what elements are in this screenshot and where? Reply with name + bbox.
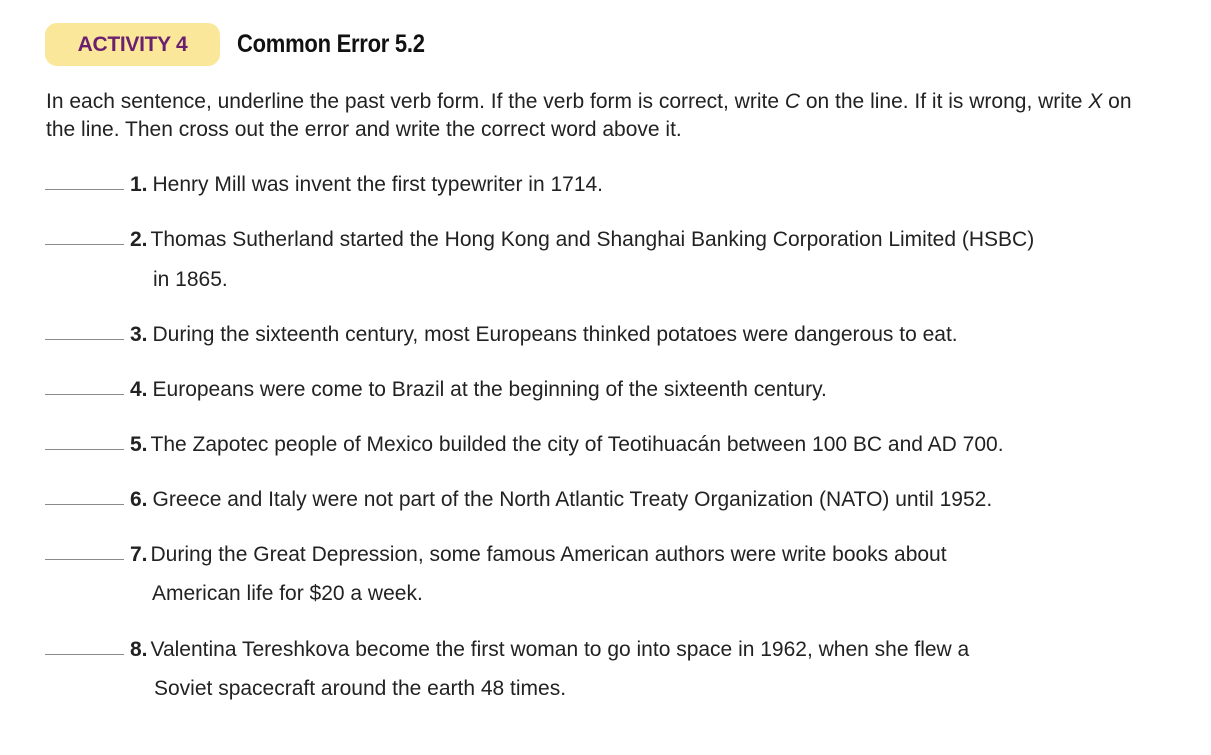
instructions-text-1: In each sentence, underline the past ver…	[46, 90, 785, 113]
answer-line-5[interactable]	[45, 449, 124, 450]
item-continuation-2: in 1865.	[153, 268, 228, 291]
item-text-3: 3. During the sixteenth century, most Eur…	[130, 322, 958, 347]
item-text-7: 7. During the Great Depression, some famo…	[130, 542, 947, 567]
answer-line-7[interactable]	[45, 559, 124, 560]
item-sentence-5: The Zapotec people of Mexico builded the…	[150, 433, 1004, 456]
instructions-letter-x: X	[1088, 90, 1103, 113]
answer-line-6[interactable]	[45, 504, 124, 505]
item-sentence-1: Henry Mill was invent the first typewrit…	[152, 173, 604, 196]
item-number-2: 2.	[130, 228, 148, 251]
item-sentence-6: Greece and Italy were not part of the No…	[152, 488, 993, 511]
item-text-4: 4. Europeans were come to Brazil at the b…	[130, 377, 827, 402]
item-text-2: 2. Thomas Sutherland started the Hong Kon…	[130, 227, 1034, 252]
answer-line-2[interactable]	[45, 244, 124, 245]
instructions-letter-c: C	[784, 90, 801, 113]
item-number-6: 6.	[130, 488, 148, 511]
item-sentence-3: During the sixteenth century, most Europ…	[152, 323, 958, 346]
item-sentence-4: Europeans were come to Brazil at the beg…	[152, 378, 827, 401]
item-text-1: 1. Henry Mill was invent the first typewr…	[130, 172, 603, 197]
item-number-5: 5.	[130, 433, 148, 456]
item-sentence-2: Thomas Sutherland started the Hong Kong …	[150, 228, 1035, 251]
item-number-3: 3.	[130, 323, 148, 346]
item-number-1: 1.	[130, 173, 148, 196]
activity-header: ACTIVITY 4 Common Error 5.2	[45, 23, 450, 66]
item-continuation-8: Soviet spacecraft around the earth 48 ti…	[154, 677, 567, 700]
item-text-8: 8. Valentina Tereshkova become the first …	[130, 637, 969, 662]
answer-line-8[interactable]	[45, 654, 124, 655]
answer-line-4[interactable]	[45, 394, 124, 395]
activity-title: Common Error 5.2	[237, 30, 425, 58]
instructions-text-2: on the line. If it is wrong, write	[800, 90, 1089, 113]
activity-badge: ACTIVITY 4	[45, 23, 220, 66]
item-continuation-7: American life for $20 a week.	[152, 582, 423, 605]
instructions: In each sentence, underline the past ver…	[46, 88, 1146, 144]
item-number-4: 4.	[130, 378, 148, 401]
answer-line-1[interactable]	[45, 189, 124, 190]
item-sentence-7: During the Great Depression, some famous…	[150, 543, 947, 566]
answer-line-3[interactable]	[45, 339, 124, 340]
item-text-6: 6. Greece and Italy were not part of the …	[130, 487, 992, 512]
item-text-5: 5. The Zapotec people of Mexico builded t…	[130, 432, 1004, 457]
item-sentence-8: Valentina Tereshkova become the first wo…	[150, 638, 970, 661]
item-number-7: 7.	[130, 543, 148, 566]
item-number-8: 8.	[130, 638, 148, 661]
